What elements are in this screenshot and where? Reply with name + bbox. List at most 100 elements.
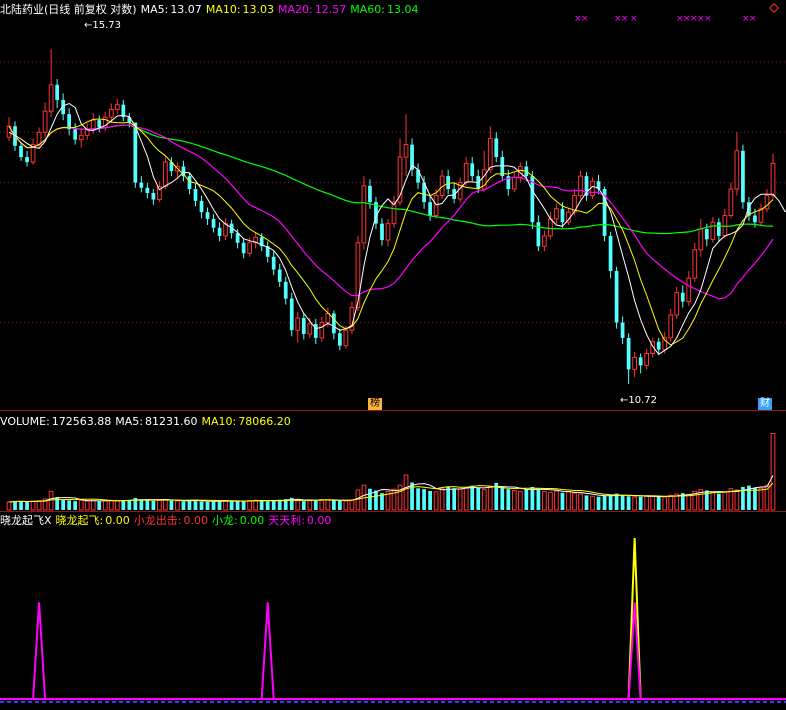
volume-bar-down bbox=[151, 500, 156, 510]
s2-value: 0.00 bbox=[183, 514, 208, 527]
candle-body-down bbox=[428, 202, 432, 216]
volume-bar-down bbox=[560, 492, 565, 510]
volume-bar-down bbox=[205, 501, 210, 510]
candle-body-up bbox=[247, 242, 252, 254]
ma5-value: 13.07 bbox=[170, 3, 202, 16]
volume-bar-down bbox=[446, 486, 451, 510]
volume-bar-up bbox=[36, 500, 42, 511]
volume-bar-up bbox=[457, 488, 463, 511]
candle-body-up bbox=[355, 242, 361, 309]
volume-bar-up bbox=[253, 499, 259, 511]
candle-body-down bbox=[187, 176, 192, 190]
volume-bar-up bbox=[175, 500, 180, 511]
volume-bar-down bbox=[277, 499, 282, 510]
candle-body-up bbox=[590, 180, 595, 197]
volume-bar-up bbox=[734, 489, 740, 511]
price-panel-header: 北陆药业(日线 前复权 对数) MA5: 13.07 MA10: 13.03 MA20: 1… bbox=[0, 3, 422, 16]
indicator-name: 晓龙起飞X bbox=[0, 514, 52, 527]
candle-body-down bbox=[217, 227, 222, 236]
volume-bar-down bbox=[331, 500, 336, 510]
candle-body-up bbox=[710, 221, 716, 240]
volume-bar-down bbox=[626, 496, 631, 510]
candle-body-up bbox=[487, 137, 493, 171]
volume-bar-up bbox=[487, 485, 493, 511]
signal-marker: × bbox=[704, 14, 712, 24]
volume-bar-up bbox=[78, 499, 84, 511]
s2-label: 小龙出击: bbox=[133, 514, 182, 527]
volume-bar-up bbox=[108, 499, 114, 511]
candle-body-down bbox=[193, 189, 198, 201]
volume-bar-down bbox=[13, 500, 17, 510]
volume-bar-down bbox=[25, 501, 29, 510]
volume-bar-down bbox=[61, 499, 66, 510]
volume-bar-up bbox=[710, 492, 716, 511]
candle-body-down bbox=[446, 176, 451, 190]
high-price-value: 15.73 bbox=[92, 20, 122, 31]
volume-bar-down bbox=[301, 501, 306, 510]
s3-value: 0.00 bbox=[239, 514, 265, 527]
volume-bar-down bbox=[67, 500, 72, 510]
rank-badge[interactable]: 榜 bbox=[368, 398, 382, 410]
candle-body-up bbox=[385, 223, 391, 241]
candle-body-down bbox=[19, 145, 23, 158]
volume-bar-up bbox=[102, 499, 108, 511]
candle-body-down bbox=[301, 318, 306, 335]
candle-body-up bbox=[644, 352, 650, 366]
volume-bar-up bbox=[343, 500, 349, 511]
volume-indicator-divider bbox=[0, 511, 786, 512]
candle-body-down bbox=[608, 235, 613, 271]
volume-bar-up bbox=[758, 487, 764, 511]
volume-bar-down bbox=[452, 488, 457, 510]
signal-marker: × bbox=[621, 14, 629, 24]
corner-diamond-icon bbox=[769, 3, 779, 13]
candle-body-up bbox=[698, 228, 704, 251]
volume-label: VOLUME: bbox=[0, 415, 50, 428]
volume-bar-up bbox=[463, 486, 469, 511]
candle-body-down bbox=[500, 157, 505, 177]
candle-body-down bbox=[536, 222, 541, 247]
volume-bar-down bbox=[313, 500, 318, 510]
chart-svg: × × × × × × × × × × × × bbox=[0, 3, 786, 703]
volume-bar-down bbox=[638, 496, 643, 510]
volume-bar-up bbox=[554, 490, 559, 511]
candle-body-up bbox=[108, 108, 114, 118]
ma10-value: 13.03 bbox=[242, 3, 275, 16]
high-price-label: ←15.73 bbox=[84, 20, 121, 32]
candle-body-up bbox=[548, 218, 553, 237]
candle-body-up bbox=[163, 161, 168, 187]
s4-label: 天天利: bbox=[268, 514, 305, 527]
volume-bar-down bbox=[121, 500, 126, 510]
candle-body-down bbox=[73, 129, 78, 140]
ma60-line bbox=[8, 124, 774, 235]
s1-value: 0.00 bbox=[105, 514, 130, 527]
volume-bar-up bbox=[349, 499, 355, 511]
volume-bar-down bbox=[265, 501, 270, 510]
candle-body-down bbox=[133, 122, 138, 183]
volume-bar-up bbox=[319, 499, 325, 511]
candle-body-down bbox=[235, 233, 240, 243]
candle-body-up bbox=[632, 356, 637, 370]
finance-badge[interactable]: 财 bbox=[758, 398, 772, 410]
volume-bar-up bbox=[6, 501, 12, 511]
candle-body-up bbox=[734, 150, 740, 190]
volume-bar-down bbox=[217, 500, 222, 510]
volume-bar-up bbox=[403, 474, 409, 511]
price-volume-divider bbox=[0, 410, 786, 411]
volume-bar-up bbox=[247, 500, 252, 511]
ma10-label: MA10: bbox=[205, 3, 241, 16]
volume-bar-down bbox=[235, 500, 240, 510]
volume-bar-up bbox=[662, 496, 668, 511]
candle-body-down bbox=[211, 218, 216, 228]
candle-body-up bbox=[42, 110, 48, 133]
ma20-line bbox=[8, 124, 774, 300]
indicator-spike bbox=[260, 602, 275, 700]
volume-bar-down bbox=[127, 499, 132, 510]
signal-marker: × bbox=[581, 14, 589, 24]
ma60-value: 13.04 bbox=[386, 3, 419, 16]
candle-body-down bbox=[560, 208, 565, 223]
volume-bar-down bbox=[620, 495, 625, 510]
candle-body-down bbox=[139, 182, 144, 188]
volume-bar-up bbox=[481, 489, 487, 511]
volume-bar-down bbox=[199, 501, 204, 510]
candle-body-up bbox=[343, 329, 349, 347]
